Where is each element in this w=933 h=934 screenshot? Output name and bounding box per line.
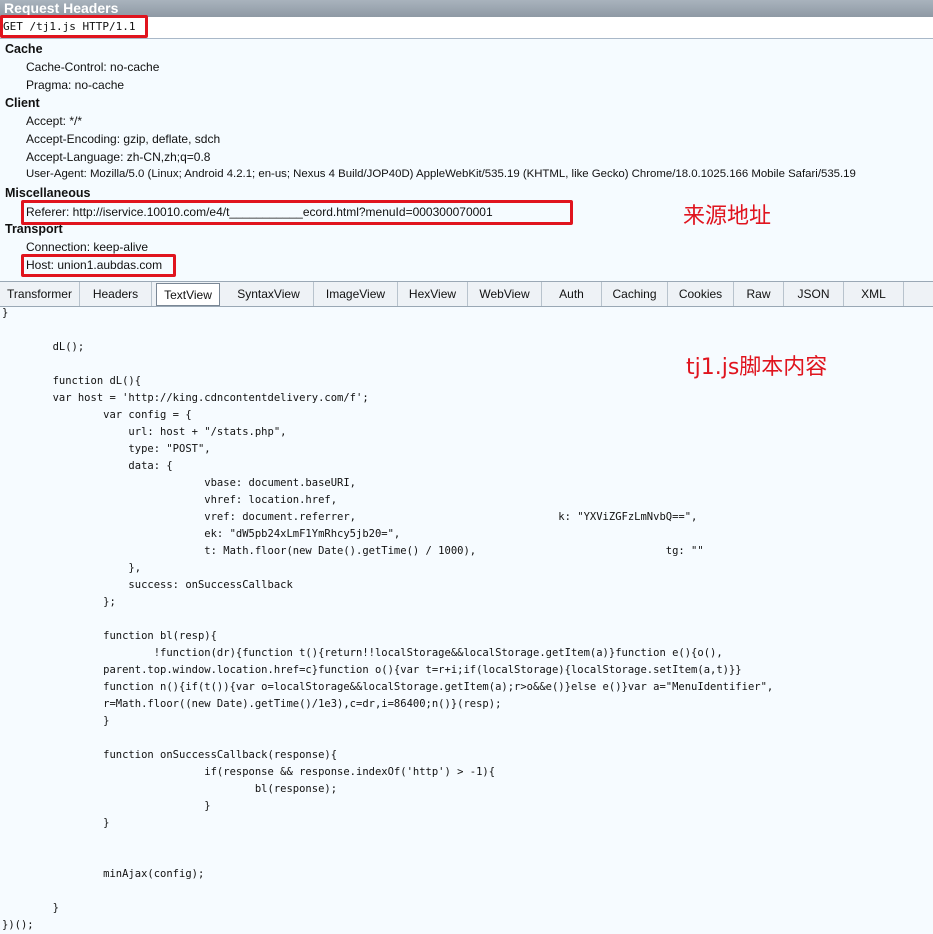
tab-imageview[interactable]: ImageView	[314, 282, 398, 306]
code-line: vhref: location.href,	[2, 494, 338, 506]
code-line: },	[2, 562, 142, 574]
tab-xml[interactable]: XML	[844, 282, 904, 306]
code-line: minAjax(config);	[2, 868, 205, 880]
tab-json[interactable]: JSON	[784, 282, 844, 306]
code-line: function bl(resp){	[2, 630, 217, 642]
code-line: url: host + "/stats.php",	[2, 426, 287, 438]
code-line: }	[2, 715, 110, 727]
header-accept-encoding[interactable]: Accept-Encoding: gzip, deflate, sdch	[26, 132, 220, 146]
tab-textview[interactable]: TextView	[156, 283, 220, 306]
code-line: type: "POST",	[2, 443, 211, 455]
header-user-agent[interactable]: User-Agent: Mozilla/5.0 (Linux; Android …	[26, 168, 856, 180]
code-line: !function(dr){function t(){return!!local…	[2, 647, 723, 659]
group-client[interactable]: Client	[5, 96, 40, 110]
header-cache-control[interactable]: Cache-Control: no-cache	[26, 60, 159, 74]
tab-cookies[interactable]: Cookies	[668, 282, 734, 306]
code-line: }	[2, 307, 9, 319]
header-connection[interactable]: Connection: keep-alive	[26, 240, 148, 254]
group-miscellaneous[interactable]: Miscellaneous	[5, 186, 90, 200]
headers-panel: Cache Cache-Control: no-cache Pragma: no…	[0, 39, 933, 279]
text-view-pane[interactable]: } dL(); function dL(){ var host = 'http:…	[0, 307, 933, 934]
code-line: vref: document.referrer, k: "YXViZGFzLmN…	[2, 511, 698, 523]
code-line: }	[2, 902, 59, 914]
header-accept-language[interactable]: Accept-Language: zh-CN,zh;q=0.8	[26, 150, 210, 164]
script-annotation: tj1.js脚本内容	[686, 355, 828, 380]
code-line: bl(response);	[2, 783, 338, 795]
code-line: dL();	[2, 341, 85, 353]
inspector-tab-bar: Transformer Headers TextView SyntaxView …	[0, 281, 933, 307]
code-line: function n(){if(t()){var o=localStorage&…	[2, 681, 774, 693]
code-line: if(response && response.indexOf('http') …	[2, 766, 496, 778]
code-line: t: Math.floor(new Date().getTime() / 100…	[2, 545, 704, 557]
highlight-host	[21, 254, 176, 277]
highlight-referer	[21, 200, 573, 225]
tab-headers[interactable]: Headers	[80, 282, 152, 306]
highlight-request-line	[0, 15, 148, 38]
code-line: }	[2, 817, 110, 829]
code-line: success: onSuccessCallback	[2, 579, 293, 591]
code-line: ek: "dW5pb24xLmF1YmRhcy5jb20=",	[2, 528, 401, 540]
tab-auth[interactable]: Auth	[542, 282, 602, 306]
code-line: r=Math.floor((new Date).getTime()/1e3),c…	[2, 698, 502, 710]
tab-hexview[interactable]: HexView	[398, 282, 468, 306]
code-line: };	[2, 596, 116, 608]
tab-transformer[interactable]: Transformer	[0, 282, 80, 306]
tab-raw[interactable]: Raw	[734, 282, 784, 306]
code-line: data: {	[2, 460, 173, 472]
tab-webview[interactable]: WebView	[468, 282, 542, 306]
header-pragma[interactable]: Pragma: no-cache	[26, 78, 124, 92]
code-line: var config = {	[2, 409, 192, 421]
code-line: vbase: document.baseURI,	[2, 477, 357, 489]
tab-syntaxview[interactable]: SyntaxView	[224, 282, 314, 306]
group-cache[interactable]: Cache	[5, 42, 43, 56]
code-line: var host = 'http://king.cdncontentdelive…	[2, 392, 369, 404]
code-line: parent.top.window.location.href=c}functi…	[2, 664, 742, 676]
code-line: function dL(){	[2, 375, 142, 387]
code-line: })();	[2, 919, 34, 931]
referer-annotation: 来源地址	[683, 204, 772, 229]
code-line: function onSuccessCallback(response){	[2, 749, 338, 761]
tab-caching[interactable]: Caching	[602, 282, 668, 306]
code-line: }	[2, 800, 211, 812]
header-accept[interactable]: Accept: */*	[26, 114, 82, 128]
